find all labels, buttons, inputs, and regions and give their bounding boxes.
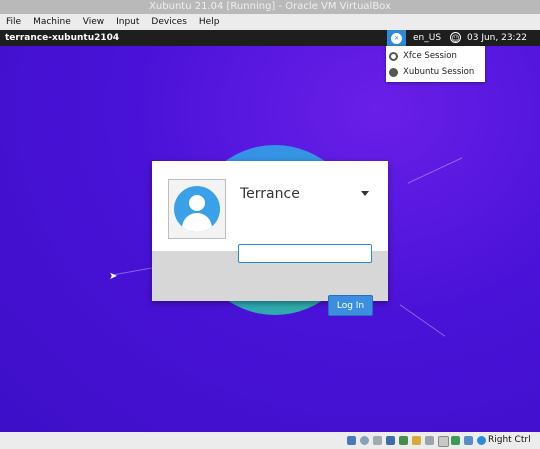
hdd-icon[interactable] bbox=[347, 436, 356, 445]
shared-folder-icon[interactable] bbox=[412, 436, 421, 445]
menu-help[interactable]: Help bbox=[193, 14, 226, 30]
menu-devices[interactable]: Devices bbox=[145, 14, 192, 30]
wallpaper-streak bbox=[407, 157, 463, 184]
host-key-label: Right Ctrl bbox=[488, 435, 531, 445]
session-option-xfce[interactable]: Xfce Session bbox=[389, 48, 457, 64]
session-option-xubuntu[interactable]: Xubuntu Session bbox=[389, 64, 474, 80]
menu-bar: File Machine View Input Devices Help bbox=[0, 14, 540, 30]
wallpaper-streak bbox=[112, 267, 152, 276]
login-dialog: Terrance Log In bbox=[152, 161, 388, 316]
wallpaper-streak bbox=[399, 304, 446, 337]
audio-icon[interactable] bbox=[373, 436, 382, 445]
avatar-frame bbox=[168, 179, 226, 239]
session-option-label: Xfce Session bbox=[403, 51, 457, 61]
keyboard-icon[interactable] bbox=[477, 436, 486, 445]
usb-icon[interactable] bbox=[399, 436, 408, 445]
menu-file[interactable]: File bbox=[0, 14, 27, 30]
vm-screen: ➤ terrance-xubuntu2104 ✕ en_US ☺ 03 Jun,… bbox=[0, 30, 540, 432]
menu-view[interactable]: View bbox=[77, 14, 110, 30]
log-in-button[interactable]: Log In bbox=[328, 295, 373, 316]
greeter-top-panel: terrance-xubuntu2104 ✕ en_US ☺ 03 Jun, 2… bbox=[0, 30, 540, 46]
user-avatar-icon bbox=[174, 186, 220, 232]
radio-selected-icon bbox=[389, 51, 398, 61]
hostname-label: terrance-xubuntu2104 bbox=[5, 33, 120, 43]
vm-status-bar: Right Ctrl bbox=[0, 432, 540, 449]
password-input[interactable] bbox=[238, 244, 372, 263]
radio-unselected-icon bbox=[389, 67, 398, 77]
mouse-cursor-icon: ➤ bbox=[109, 271, 118, 282]
clock: 03 Jun, 23:22 bbox=[467, 33, 528, 43]
window-title: Xubuntu 21.04 [Running] - Oracle VM Virt… bbox=[0, 0, 540, 14]
accessibility-icon[interactable]: ☺ bbox=[450, 32, 461, 43]
display-icon[interactable] bbox=[425, 436, 434, 445]
language-selector[interactable]: en_US bbox=[413, 30, 441, 46]
username-label: Terrance bbox=[240, 186, 300, 202]
session-menu: Xfce Session Xubuntu Session bbox=[386, 46, 485, 82]
cpu-icon[interactable] bbox=[451, 436, 460, 445]
session-option-label: Xubuntu Session bbox=[403, 67, 475, 77]
mouse-integration-icon[interactable] bbox=[464, 436, 473, 445]
session-selector-button[interactable]: ✕ bbox=[387, 30, 406, 46]
optical-drive-icon[interactable] bbox=[360, 436, 369, 445]
menu-machine[interactable]: Machine bbox=[27, 14, 77, 30]
xfce-session-icon: ✕ bbox=[391, 32, 402, 44]
user-dropdown-icon[interactable] bbox=[361, 191, 369, 196]
network-icon[interactable] bbox=[386, 436, 395, 445]
menu-input[interactable]: Input bbox=[110, 14, 145, 30]
recording-icon[interactable] bbox=[438, 436, 449, 447]
